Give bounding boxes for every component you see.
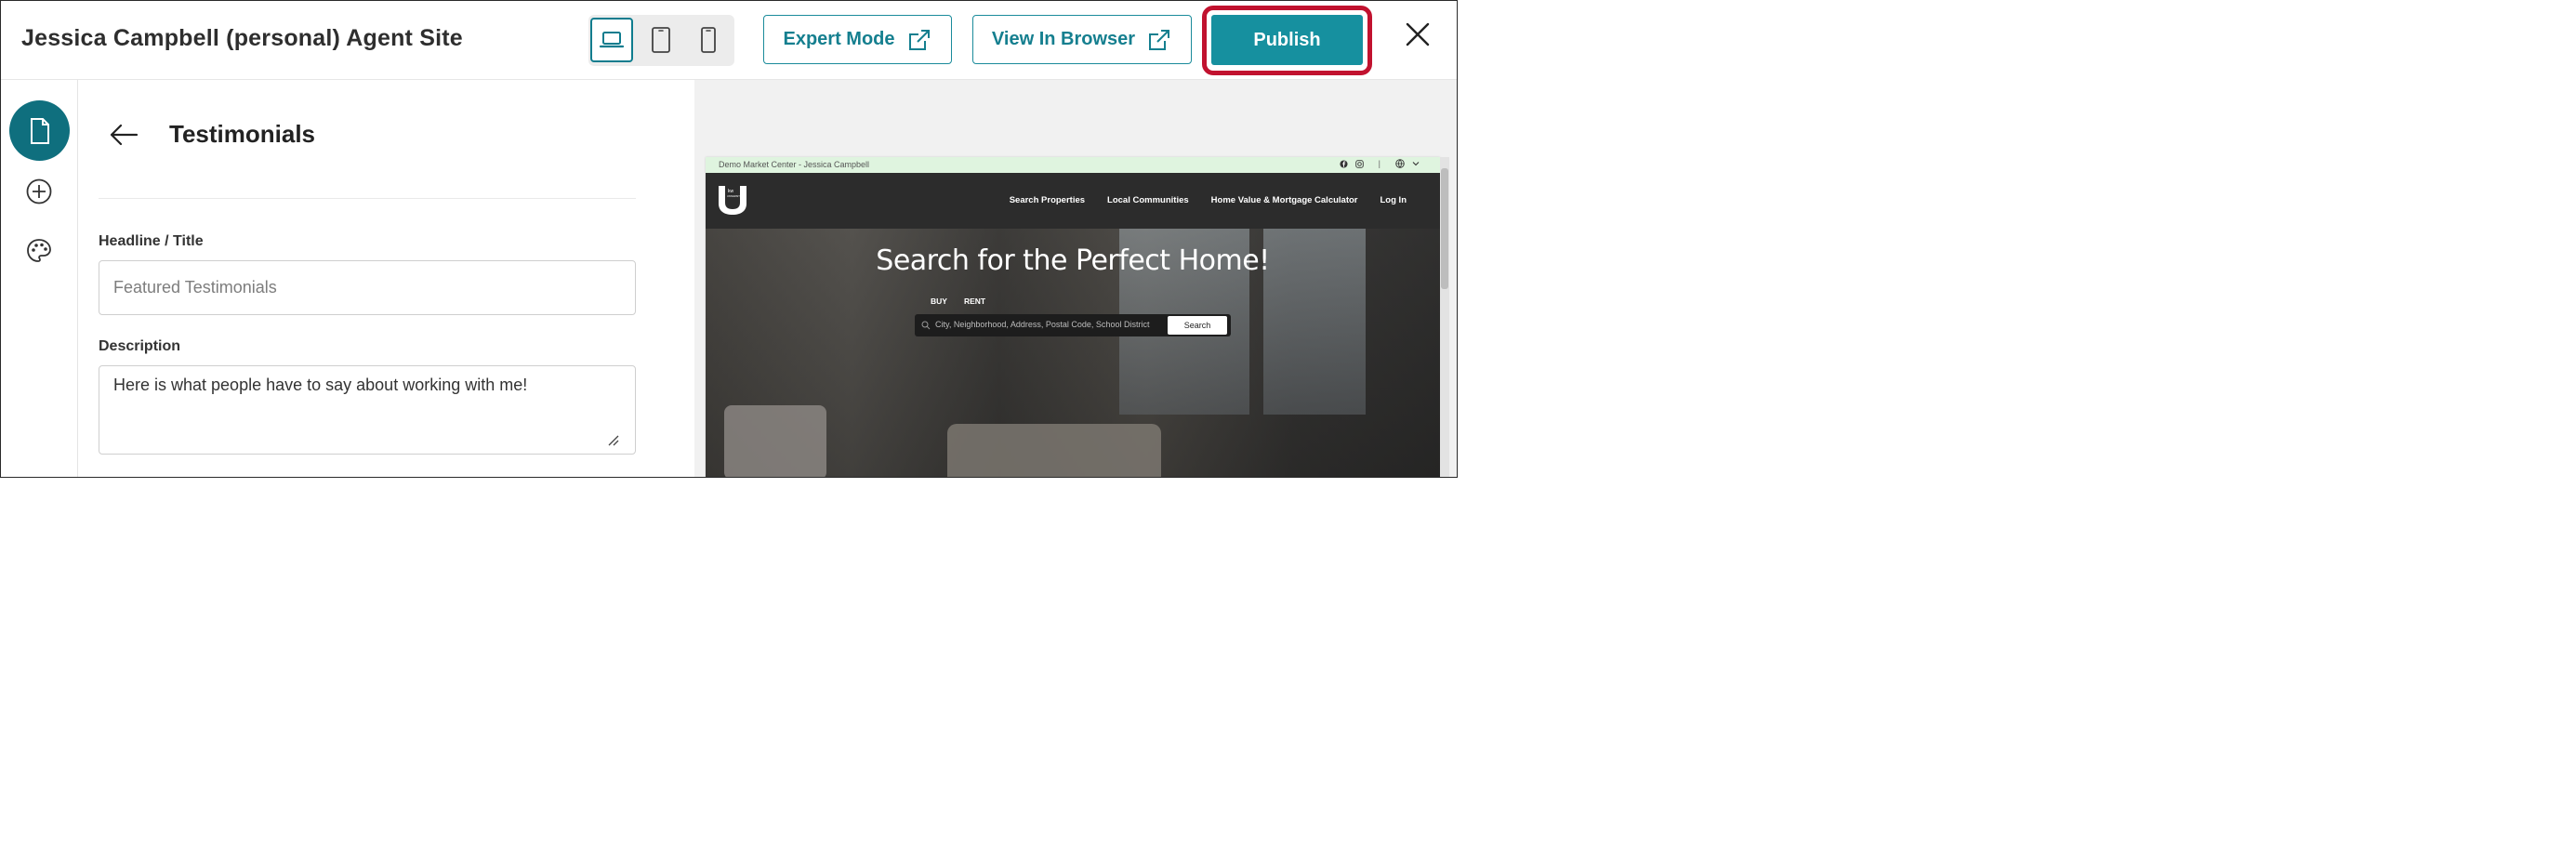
utility-text: Demo Market Center - Jessica Campbell: [719, 160, 870, 169]
close-icon[interactable]: [1401, 18, 1434, 51]
external-link-icon: [1149, 29, 1170, 50]
panel-title: Testimonials: [169, 120, 316, 148]
desktop-view-button[interactable]: [590, 18, 633, 62]
hero-search-bar: City, Neighborhood, Address, Postal Code…: [915, 314, 1231, 336]
laptop-icon: [599, 32, 625, 48]
view-in-browser-button[interactable]: View In Browser: [972, 15, 1192, 64]
expert-mode-button[interactable]: Expert Mode: [763, 15, 952, 64]
hero-search-input[interactable]: City, Neighborhood, Address, Postal Code…: [935, 320, 1149, 329]
hero-chair: [724, 405, 826, 477]
hero-tabs: BUY RENT: [931, 297, 985, 306]
theme-rail-button[interactable]: [23, 235, 55, 267]
left-rail: [1, 80, 78, 477]
description-label: Description: [99, 338, 181, 354]
top-bar: Jessica Campbell (personal) Agent Site E…: [1, 1, 1457, 80]
tab-rent[interactable]: RENT: [964, 297, 985, 306]
svg-text:kw: kw: [728, 189, 734, 194]
chevron-down-icon[interactable]: [1412, 160, 1420, 167]
facebook-icon[interactable]: [1340, 159, 1348, 168]
mobile-view-button[interactable]: [687, 18, 730, 62]
device-toggle-group: [588, 15, 734, 66]
hero-sofa: [947, 424, 1161, 477]
utility-bar: Demo Market Center - Jessica Campbell |: [706, 157, 1440, 173]
search-icon: [921, 321, 931, 330]
page-icon: [30, 117, 49, 144]
nav-home-value[interactable]: Home Value & Mortgage Calculator: [1211, 195, 1358, 205]
add-circle-icon: [26, 178, 52, 204]
pages-rail-button[interactable]: [9, 100, 70, 161]
instagram-icon[interactable]: [1354, 159, 1364, 168]
kw-university-logo[interactable]: kw UNIVERSITY: [717, 184, 748, 216]
palette-icon: [27, 239, 51, 262]
back-arrow-icon[interactable]: [107, 118, 140, 152]
nav-log-in[interactable]: Log In: [1380, 195, 1407, 205]
hero-section: Search for the Perfect Home! BUY RENT Ci…: [706, 229, 1440, 477]
nav-local-communities[interactable]: Local Communities: [1107, 195, 1189, 205]
svg-text:UNIVERSITY: UNIVERSITY: [727, 194, 742, 198]
publish-button[interactable]: Publish: [1211, 15, 1363, 65]
hero-search-button[interactable]: Search: [1168, 316, 1227, 335]
site-nav-links: Search Properties Local Communities Home…: [1010, 195, 1407, 205]
expert-mode-label: Expert Mode: [783, 29, 895, 49]
site-preview: Demo Market Center - Jessica Campbell | …: [706, 157, 1440, 477]
utility-separator: |: [1378, 159, 1380, 168]
phone-icon: [701, 27, 716, 53]
site-title: Jessica Campbell (personal) Agent Site: [21, 25, 463, 51]
description-textarea[interactable]: [99, 365, 636, 455]
hero-title: Search for the Perfect Home!: [876, 244, 1270, 277]
divider: [99, 198, 636, 199]
headline-label: Headline / Title: [99, 233, 204, 249]
headline-input[interactable]: [99, 260, 636, 315]
tablet-icon: [652, 27, 670, 53]
add-section-rail-button[interactable]: [23, 176, 55, 207]
site-nav-bar: kw UNIVERSITY Search Properties Local Co…: [706, 173, 1440, 229]
resize-handle-icon[interactable]: [607, 434, 620, 447]
preview-scrollbar-thumb[interactable]: [1441, 168, 1448, 289]
external-link-icon: [908, 29, 930, 50]
app-window: Jessica Campbell (personal) Agent Site E…: [0, 0, 1458, 478]
globe-icon[interactable]: [1395, 159, 1405, 168]
tab-buy[interactable]: BUY: [931, 297, 947, 306]
nav-search-properties[interactable]: Search Properties: [1010, 195, 1085, 205]
tablet-view-button[interactable]: [640, 18, 682, 62]
view-in-browser-label: View In Browser: [991, 29, 1136, 49]
